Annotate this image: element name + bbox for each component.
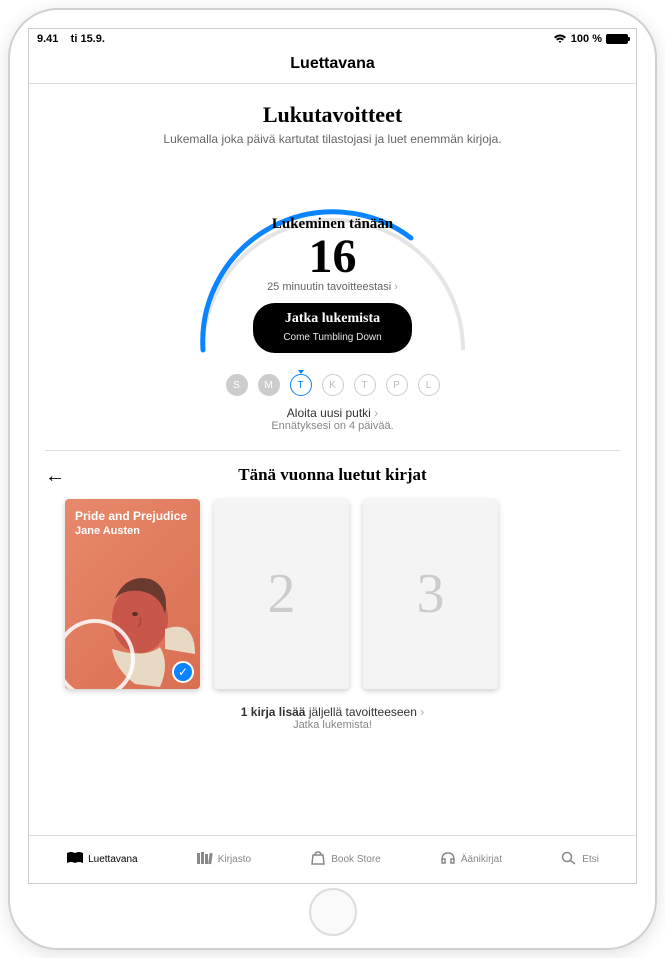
tab-label: Kirjasto [218,854,251,865]
day-circle[interactable]: S [226,374,248,396]
status-time: 9.41 [37,33,58,45]
search-icon [560,851,578,868]
tab-label: Etsi [582,854,599,865]
content-area[interactable]: Lukutavoitteet Lukemalla joka päivä kart… [29,84,636,835]
goal-progress-rest: jäljellä tavoitteeseen [305,705,416,719]
streak-record: Ennätyksesi on 4 päivää. [45,420,620,432]
bag-icon [309,851,327,868]
goals-title: Lukutavoitteet [45,102,620,128]
back-arrow-icon[interactable]: ← [45,465,65,488]
divider [45,450,620,451]
tab-label: Luettavana [88,854,138,865]
tab-etsi[interactable]: Etsi [560,851,599,868]
reading-goals-section: Lukutavoitteet Lukemalla joka päivä kart… [45,84,620,432]
book1-title: Pride and Prejudice [75,509,190,523]
book-placeholder-3[interactable]: 3 [363,499,498,689]
day-circle[interactable]: T [290,374,312,396]
battery-percent: 100 % [571,33,602,45]
goals-subtitle: Lukemalla joka päivä kartutat tilastojas… [45,132,620,146]
books-this-year-section: ← Tänä vuonna luetut kirjat Pride and Pr… [45,465,620,731]
tab-äänikirjat[interactable]: Äänikirjat [439,851,502,868]
status-left: 9.41 ti 15.9. [37,33,105,45]
tab-kirjasto[interactable]: Kirjasto [196,851,251,868]
day-circle[interactable]: T [354,374,376,396]
start-streak-link[interactable]: Aloita uusi putki [45,406,620,420]
status-right: 100 % [553,33,628,45]
home-button[interactable] [309,888,357,936]
tab-bar: Luettavana Kirjasto Book Store Äänikirjat Et… [29,835,636,883]
day-circle[interactable]: K [322,374,344,396]
continue-reading-button[interactable]: Jatka lukemista Come Tumbling Down [253,303,411,353]
tab-luettavana[interactable]: Luettavana [66,851,138,868]
continue-label: Jatka lukemista [283,311,381,327]
books-row: Pride and Prejudice Jane Austen [45,499,620,689]
screen: 9.41 ti 15.9. 100 % Luettavana Lukutavoi… [28,28,637,884]
books-year-title: Tänä vuonna luetut kirjat [45,465,620,485]
continue-book-title: Come Tumbling Down [283,332,381,343]
yearly-goal-progress-link[interactable]: 1 kirja lisää jäljellä tavoitteeseen [45,705,620,719]
days-row: SMTKTPL [45,374,620,396]
book-cover-1[interactable]: Pride and Prejudice Jane Austen [65,499,200,689]
status-date: ti 15.9. [71,33,105,45]
progress-ring: Lukeminen tänään 16 25 minuutin tavoitte… [163,160,503,360]
ipad-device-frame: 9.41 ti 15.9. 100 % Luettavana Lukutavoi… [10,10,655,948]
book-open-icon [66,851,84,868]
tab-label: Book Store [331,854,380,865]
day-circle[interactable]: P [386,374,408,396]
headphones-icon [439,851,457,868]
goal-target-link[interactable]: 25 minuutin tavoitteestasi [163,281,503,293]
day-circle[interactable]: M [258,374,280,396]
goal-progress-sub: Jatka lukemista! [45,719,620,731]
wifi-icon [553,34,567,44]
page-title: Luettavana [29,49,636,84]
book1-author: Jane Austen [75,525,190,537]
day-circle[interactable]: L [418,374,440,396]
completed-check-icon: ✓ [172,661,194,683]
library-icon [196,851,214,868]
tab-label: Äänikirjat [461,854,502,865]
book-placeholder-2[interactable]: 2 [214,499,349,689]
goal-progress-bold: 1 kirja lisää [241,705,306,719]
status-bar: 9.41 ti 15.9. 100 % [29,29,636,49]
minutes-read: 16 [163,233,503,281]
battery-icon [606,34,628,44]
tab-book-store[interactable]: Book Store [309,851,380,868]
